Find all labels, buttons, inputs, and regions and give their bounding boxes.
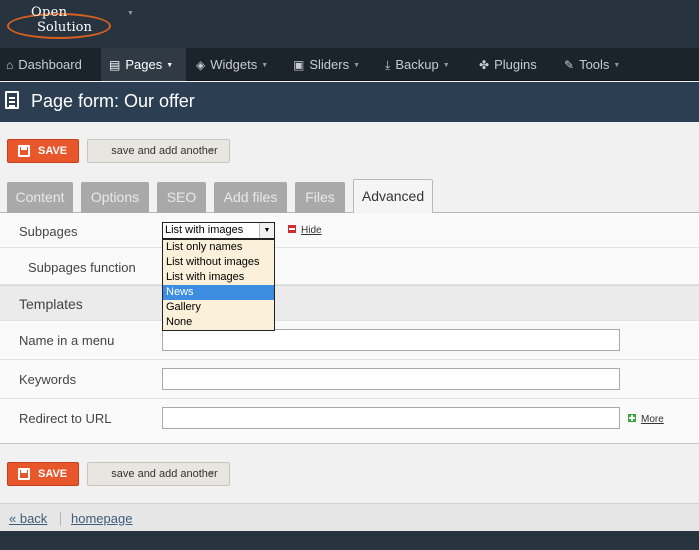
form-section-templates: Templates <box>0 285 699 321</box>
form-row-subpages: Subpages List with images ▼ Hide <box>0 213 699 248</box>
nav-item-plugins[interactable]: ✤ Plugins <box>479 48 537 81</box>
subpages-select[interactable]: List with images ▼ <box>162 222 275 239</box>
chevron-down-icon: ▼ <box>613 62 621 69</box>
save-button-bottom[interactable]: SAVE <box>7 462 79 486</box>
save-and-add-another-label: save and add another <box>111 468 218 480</box>
nav-item-label: Pages <box>125 57 163 72</box>
dropdown-option[interactable]: List without images <box>163 255 274 270</box>
chevron-down-icon: ▼ <box>261 62 269 69</box>
nav-item-label: Sliders <box>309 57 350 72</box>
page-header: Page form: Our offer <box>0 82 699 122</box>
subpages-selected-value: List with images <box>165 224 244 236</box>
nav-item-label: Dashboard <box>18 57 82 72</box>
nav-item-tools[interactable]: ✎ Tools ▼ <box>564 48 620 81</box>
logo-text-line1: Open <box>31 5 68 20</box>
footer-links: « back homepage <box>0 503 699 531</box>
hide-link[interactable]: Hide <box>288 225 322 236</box>
footer-divider <box>60 512 61 526</box>
download-icon: ⤓ <box>385 58 391 72</box>
form-row-keywords: Keywords <box>0 360 699 399</box>
page-title: Page form: Our offer <box>31 91 195 111</box>
nav-item-label: Plugins <box>494 57 537 72</box>
save-button[interactable]: SAVE <box>7 139 79 163</box>
chevron-down-icon: ▼ <box>353 62 361 69</box>
puzzle-icon: ✤ <box>479 58 490 72</box>
dropdown-option[interactable]: Gallery <box>163 300 274 315</box>
back-link[interactable]: « back <box>9 511 47 526</box>
nav-item-dashboard[interactable]: ⌂ Dashboard <box>0 48 88 81</box>
save-button-label: SAVE <box>38 468 68 480</box>
plus-icon <box>628 414 636 422</box>
chevron-down-icon: ▼ <box>166 62 174 69</box>
redirect-label: Redirect to URL <box>19 411 112 426</box>
nav-item-label: Widgets <box>210 57 258 72</box>
page-icon <box>5 91 19 109</box>
name-in-menu-input[interactable] <box>162 329 620 351</box>
nav-item-label: Backup <box>395 57 439 72</box>
nav-item-backup[interactable]: ⤓ Backup ▼ <box>385 48 450 81</box>
tab-advanced[interactable]: Advanced <box>353 179 433 214</box>
advanced-form: Subpages List with images ▼ Hide Subpage… <box>0 213 699 444</box>
homepage-link[interactable]: homepage <box>71 511 132 526</box>
dropdown-option-highlighted[interactable]: News <box>163 285 274 300</box>
cube-icon: ◈ <box>196 58 206 72</box>
chevron-down-icon: ▼ <box>442 62 450 69</box>
minus-icon <box>288 225 296 233</box>
tab-options[interactable]: Options <box>81 182 149 213</box>
chevron-down-icon[interactable]: ▼ <box>259 223 274 238</box>
floppy-icon <box>18 468 30 480</box>
form-row-name-in-menu: Name in a menu <box>0 321 699 360</box>
save-and-add-another-label: save and add another <box>111 145 218 157</box>
chevron-down-icon: ▼ <box>208 147 215 154</box>
tab-add-files[interactable]: Add files <box>214 182 287 213</box>
keywords-input[interactable] <box>162 368 620 390</box>
dropdown-option[interactable]: List only names <box>163 240 274 255</box>
redirect-url-input[interactable] <box>162 407 620 429</box>
nav-item-widgets[interactable]: ◈ Widgets ▼ <box>196 48 268 81</box>
tab-files[interactable]: Files <box>295 182 345 213</box>
save-and-add-another-button[interactable]: save and add another ▼ <box>87 139 230 163</box>
form-row-redirect: Redirect to URL More <box>0 399 699 444</box>
keywords-label: Keywords <box>19 372 77 387</box>
hide-link-label: Hide <box>301 225 322 236</box>
tab-content[interactable]: Content <box>7 182 73 213</box>
tab-seo[interactable]: SEO <box>157 182 206 213</box>
nav-item-sliders[interactable]: ▣ Sliders ▼ <box>293 48 360 81</box>
picture-icon: ▣ <box>293 58 305 72</box>
chevron-down-icon: ▼ <box>208 470 215 477</box>
wrench-icon: ✎ <box>564 58 575 72</box>
floppy-icon <box>18 145 30 157</box>
top-bar: Open Solution ▼ <box>0 0 699 48</box>
main-nav: ⌂ Dashboard ▤ Pages ▼ ◈ Widgets ▼ ▣ Sliders ▼ ⤓… <box>0 48 699 81</box>
chevron-down-icon[interactable]: ▼ <box>127 10 134 17</box>
dropdown-option[interactable]: None <box>163 315 274 330</box>
subpages-dropdown-list: List only names List without images List… <box>162 239 275 331</box>
subpages-label: Subpages <box>19 224 78 239</box>
footer-bar <box>0 531 699 550</box>
form-row-subpages-function: Subpages function <box>0 248 699 285</box>
more-link-label: More <box>641 414 664 425</box>
form-tabs: Content Options SEO Add files Files Adva… <box>0 179 699 214</box>
logo-text-line2: Solution <box>37 20 92 35</box>
more-link[interactable]: More <box>628 414 664 425</box>
subpages-function-label: Subpages function <box>28 260 136 275</box>
save-and-add-another-button-bottom[interactable]: save and add another ▼ <box>87 462 230 486</box>
dropdown-option[interactable]: List with images <box>163 270 274 285</box>
save-button-label: SAVE <box>38 145 68 157</box>
templates-heading: Templates <box>19 296 83 312</box>
name-in-menu-label: Name in a menu <box>19 333 115 348</box>
page-icon: ▤ <box>109 58 121 72</box>
brand-logo[interactable]: Open Solution ▼ <box>7 5 134 41</box>
nav-item-pages[interactable]: ▤ Pages ▼ <box>101 48 186 81</box>
home-icon: ⌂ <box>6 58 14 72</box>
nav-item-label: Tools <box>579 57 610 72</box>
